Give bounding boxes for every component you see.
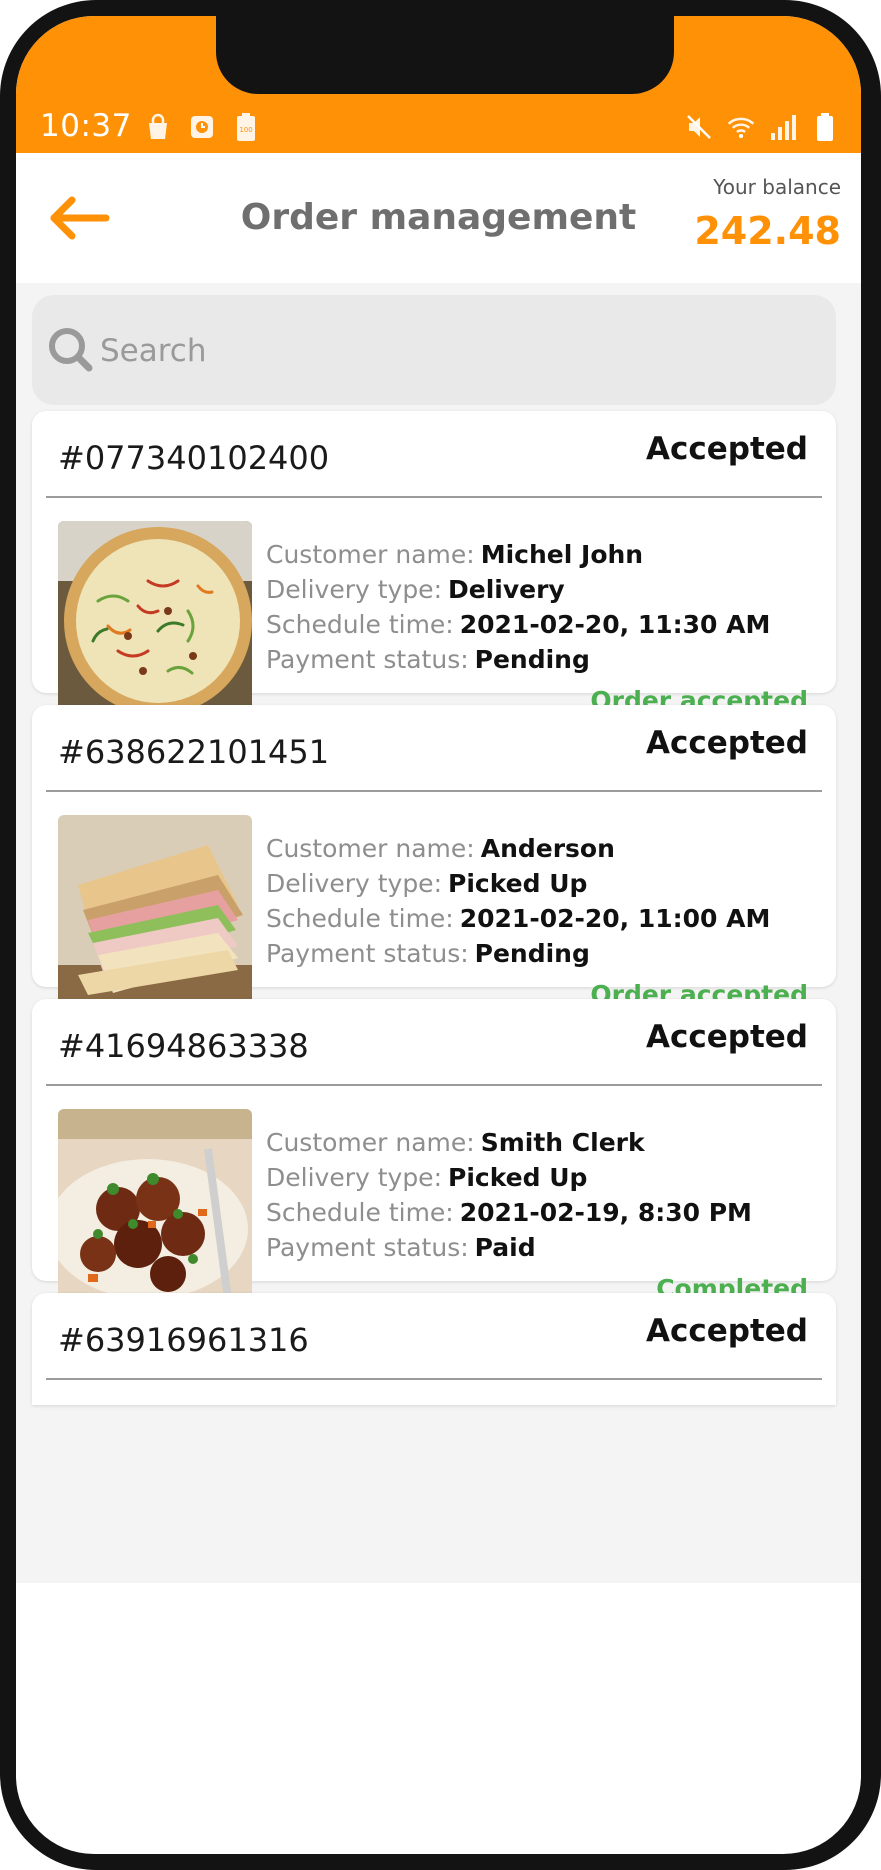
balance-label: Your balance xyxy=(713,175,841,199)
mute-icon xyxy=(685,112,713,142)
payment-status-label: Payment status: xyxy=(266,1233,469,1262)
customer-name-value: Anderson xyxy=(480,834,615,863)
food-image-sandwich xyxy=(58,815,252,1009)
order-status: Accepted xyxy=(646,431,808,467)
divider xyxy=(46,496,822,498)
payment-status-row: Payment status: Pending xyxy=(266,642,770,677)
delivery-type-row: Delivery type: Picked Up xyxy=(266,866,770,901)
delivery-type-row: Delivery type: Delivery xyxy=(266,572,770,607)
battery-100-icon: 100 xyxy=(232,112,260,142)
search-input[interactable] xyxy=(98,325,802,377)
camera-notch xyxy=(216,16,674,94)
payment-status-row: Payment status: Pending xyxy=(266,936,770,971)
customer-name-value: Smith Clerk xyxy=(480,1128,645,1157)
shopping-bag-icon xyxy=(144,112,172,142)
order-id: #077340102400 xyxy=(58,439,330,477)
delivery-type-value: Picked Up xyxy=(448,1163,588,1192)
delivery-type-label: Delivery type: xyxy=(266,575,442,604)
clock-app-icon xyxy=(188,112,216,142)
food-image-meatballs xyxy=(58,1109,252,1303)
search-icon xyxy=(49,328,93,372)
delivery-type-row: Delivery type: Picked Up xyxy=(266,1160,752,1195)
payment-status-label: Payment status: xyxy=(266,645,469,674)
divider xyxy=(46,1084,822,1086)
order-id: #41694863338 xyxy=(58,1027,309,1065)
wifi-icon xyxy=(727,112,755,142)
order-card[interactable]: #077340102400 Accepted Customer name: Mi… xyxy=(32,411,836,715)
delivery-type-value: Picked Up xyxy=(448,869,588,898)
payment-status-value: Pending xyxy=(474,645,590,674)
schedule-time-row: Schedule time: 2021-02-20, 11:00 AM xyxy=(266,901,770,936)
delivery-type-label: Delivery type: xyxy=(266,869,442,898)
search-bar[interactable] xyxy=(32,295,836,405)
customer-name-value: Michel John xyxy=(480,540,644,569)
payment-status-label: Payment status: xyxy=(266,939,469,968)
customer-name-row: Customer name: Smith Clerk xyxy=(266,1125,752,1160)
order-status: Accepted xyxy=(646,1313,808,1349)
food-image-pizza xyxy=(58,521,252,715)
order-id: #63916961316 xyxy=(58,1321,309,1359)
signal-icon xyxy=(769,112,797,142)
payment-status-value: Paid xyxy=(474,1233,536,1262)
schedule-time-label: Schedule time: xyxy=(266,610,454,639)
schedule-time-row: Schedule time: 2021-02-20, 11:30 AM xyxy=(266,607,770,642)
customer-name-label: Customer name: xyxy=(266,834,475,863)
customer-name-row: Customer name: Anderson xyxy=(266,831,770,866)
customer-name-label: Customer name: xyxy=(266,1128,475,1157)
schedule-time-label: Schedule time: xyxy=(266,904,454,933)
order-id: #638622101451 xyxy=(58,733,330,771)
schedule-time-value: 2021-02-20, 11:30 AM xyxy=(459,610,771,639)
schedule-time-value: 2021-02-19, 8:30 PM xyxy=(459,1198,752,1227)
customer-name-row: Customer name: Michel John xyxy=(266,537,770,572)
balance-value: 242.48 xyxy=(694,209,841,253)
divider xyxy=(46,1378,822,1380)
payment-status-row: Payment status: Paid xyxy=(266,1230,752,1265)
delivery-type-value: Delivery xyxy=(448,575,565,604)
schedule-time-row: Schedule time: 2021-02-19, 8:30 PM xyxy=(266,1195,752,1230)
order-card[interactable]: #63916961316 Accepted xyxy=(32,1293,836,1405)
phone-frame: 10:37 100 Order management Your balance … xyxy=(0,0,881,1870)
payment-status-value: Pending xyxy=(474,939,590,968)
svg-text:100: 100 xyxy=(239,126,252,134)
screen: 10:37 100 Order management Your balance … xyxy=(16,16,861,1854)
battery-icon xyxy=(811,112,839,142)
order-list-container: #077340102400 Accepted xyxy=(16,283,861,1583)
order-status: Accepted xyxy=(646,1019,808,1055)
status-bar: 10:37 100 xyxy=(16,16,861,153)
schedule-time-label: Schedule time: xyxy=(266,1198,454,1227)
schedule-time-value: 2021-02-20, 11:00 AM xyxy=(459,904,771,933)
order-card[interactable]: #41694863338 Accepted Customer name: Smi… xyxy=(32,999,836,1303)
order-card[interactable]: #638622101451 Accepted Customer name: An… xyxy=(32,705,836,1009)
divider xyxy=(46,790,822,792)
app-bar: Order management Your balance 242.48 xyxy=(16,153,861,283)
delivery-type-label: Delivery type: xyxy=(266,1163,442,1192)
status-time: 10:37 xyxy=(40,108,132,144)
customer-name-label: Customer name: xyxy=(266,540,475,569)
order-status: Accepted xyxy=(646,725,808,761)
